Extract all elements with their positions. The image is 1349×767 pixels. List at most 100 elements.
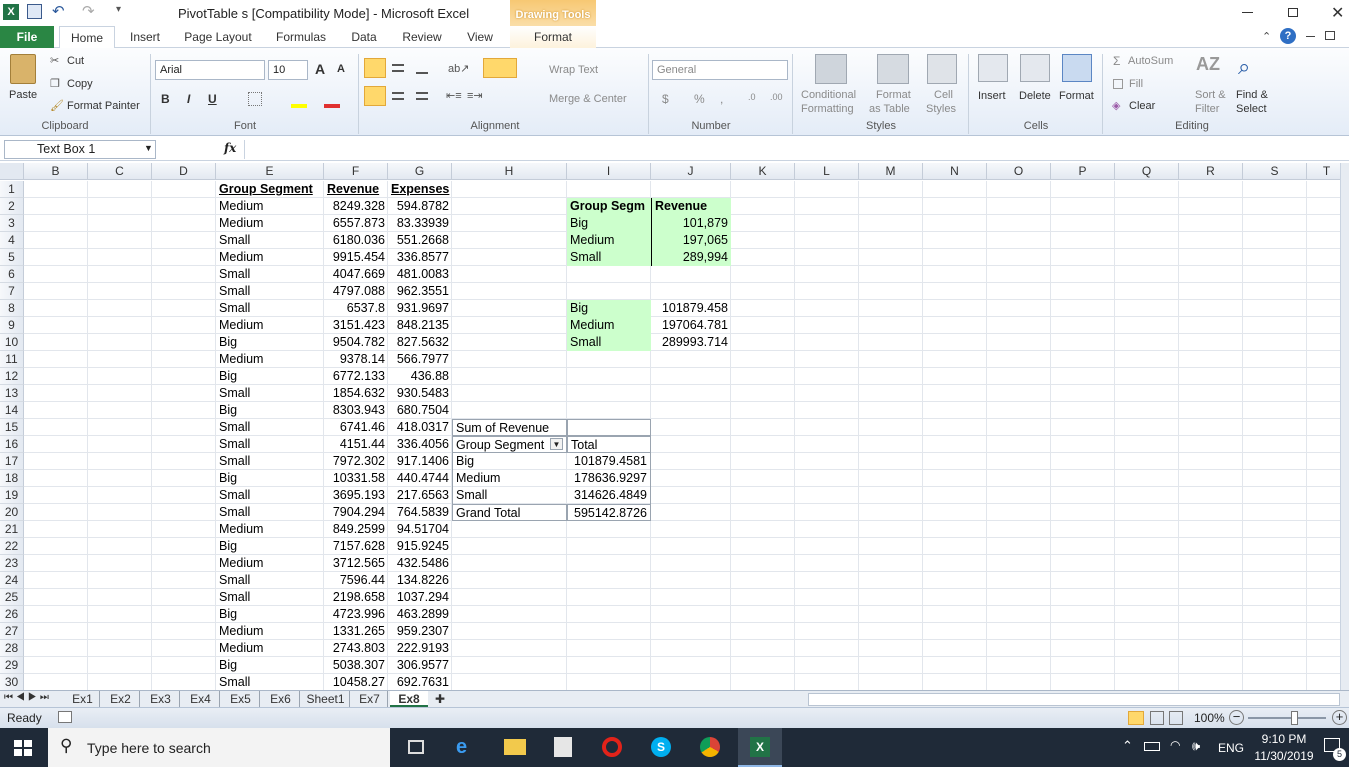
find-select-button[interactable]: Find &: [1236, 89, 1268, 101]
data-cell-revenue[interactable]: 1331.265: [324, 623, 388, 640]
fill-color-icon[interactable]: [291, 104, 307, 108]
conditional-formatting-button-line2[interactable]: Formatting: [801, 103, 854, 115]
data-cell-expenses[interactable]: 432.5486: [388, 555, 452, 572]
data-cell-revenue[interactable]: 4047.669: [324, 266, 388, 283]
wrap-text-button[interactable]: Wrap Text: [549, 64, 598, 76]
data-cell-expenses[interactable]: 306.9577: [388, 657, 452, 674]
align-right-icon[interactable]: [416, 92, 428, 100]
task-view-icon[interactable]: [408, 740, 424, 754]
data-cell-segment[interactable]: Medium: [216, 623, 324, 640]
row-header-13[interactable]: 13: [0, 385, 24, 402]
data-header-expenses[interactable]: Expenses: [388, 181, 452, 198]
data-cell-expenses[interactable]: 336.4056: [388, 436, 452, 453]
delete-cells-button[interactable]: Delete: [1019, 90, 1051, 102]
column-header-o[interactable]: O: [987, 163, 1051, 180]
summary-cell-revenue[interactable]: 197,065: [651, 232, 731, 249]
data-cell-segment[interactable]: Small: [216, 436, 324, 453]
excel-logo-icon[interactable]: X: [3, 4, 19, 20]
row-header-3[interactable]: 3: [0, 215, 24, 232]
data-cell-revenue[interactable]: 7972.302: [324, 453, 388, 470]
format-as-table-icon[interactable]: [877, 54, 909, 84]
doc-restore-icon[interactable]: [1325, 31, 1335, 40]
row-header-14[interactable]: 14: [0, 402, 24, 419]
select-all-corner[interactable]: [0, 163, 24, 180]
tab-home[interactable]: Home: [59, 26, 115, 49]
data-cell-expenses[interactable]: 222.9193: [388, 640, 452, 657]
bold-button[interactable]: B: [161, 92, 170, 106]
pivot-total-label[interactable]: Total: [567, 436, 651, 453]
font-color-icon[interactable]: [324, 104, 340, 108]
data-cell-revenue[interactable]: 2198.658: [324, 589, 388, 606]
macro-record-icon[interactable]: [58, 711, 72, 723]
data-cell-expenses[interactable]: 962.3551: [388, 283, 452, 300]
pivot-grand-total-label[interactable]: Grand Total: [452, 504, 567, 521]
data-cell-revenue[interactable]: 8249.328: [324, 198, 388, 215]
tab-format[interactable]: Format: [510, 26, 596, 48]
find-select-icon[interactable]: ⌕: [1238, 54, 1266, 82]
data-cell-expenses[interactable]: 1037.294: [388, 589, 452, 606]
sort-filter-button[interactable]: Sort &: [1195, 89, 1226, 101]
sheet-tab-ex1[interactable]: Ex1: [66, 691, 100, 707]
merge-center-button[interactable]: Merge & Center: [549, 93, 627, 105]
data-cell-expenses[interactable]: 83.33939: [388, 215, 452, 232]
align-bottom-icon[interactable]: [416, 66, 428, 74]
tray-chevron-icon[interactable]: ⌃: [1122, 738, 1133, 754]
row-header-12[interactable]: 12: [0, 368, 24, 385]
redo-icon[interactable]: ↷: [82, 2, 95, 20]
data-cell-revenue[interactable]: 6741.46: [324, 419, 388, 436]
data-cell-expenses[interactable]: 680.7504: [388, 402, 452, 419]
summary-cell-segment[interactable]: Small: [567, 249, 651, 266]
sheet-tab-ex5[interactable]: Ex5: [222, 691, 260, 707]
copy-icon[interactable]: ❐: [50, 77, 60, 90]
tab-insert[interactable]: Insert: [120, 26, 170, 48]
paste-icon[interactable]: [10, 54, 36, 84]
normal-view-icon[interactable]: [1128, 711, 1144, 725]
data-cell-segment[interactable]: Big: [216, 368, 324, 385]
summary2-cell-revenue[interactable]: 289993.714: [651, 334, 731, 351]
pivot-cell-total[interactable]: 178636.9297: [567, 470, 651, 487]
row-header-19[interactable]: 19: [0, 487, 24, 504]
pivot-cell-segment[interactable]: Small: [452, 487, 567, 504]
shrink-font-button[interactable]: A: [337, 63, 345, 75]
worksheet-grid[interactable]: BCDEFGHIJKLMNOPQRST 1 2 3 4 5 6 7 8 9 10 11 12 13 14 1…: [0, 163, 1349, 690]
row-header-11[interactable]: 11: [0, 351, 24, 368]
sheet-nav-icons[interactable]: ⏮◀▶⏭: [4, 692, 52, 703]
edge-icon[interactable]: e: [456, 736, 467, 759]
column-header-g[interactable]: G: [388, 163, 452, 180]
data-cell-expenses[interactable]: 463.2899: [388, 606, 452, 623]
close-icon[interactable]: ✕: [1331, 3, 1344, 23]
data-cell-expenses[interactable]: 692.7631: [388, 674, 452, 690]
data-cell-revenue[interactable]: 9378.14: [324, 351, 388, 368]
comma-button[interactable]: ,: [720, 92, 723, 106]
help-icon[interactable]: ?: [1280, 28, 1296, 44]
sheet-tab-ex6[interactable]: Ex6: [262, 691, 300, 707]
data-cell-segment[interactable]: Medium: [216, 249, 324, 266]
horizontal-scrollbar[interactable]: [808, 693, 1340, 706]
data-header-segment[interactable]: Group Segment: [216, 181, 324, 198]
data-cell-revenue[interactable]: 7157.628: [324, 538, 388, 555]
data-cell-expenses[interactable]: 440.4744: [388, 470, 452, 487]
minimize-icon[interactable]: [1242, 12, 1253, 13]
column-header-n[interactable]: N: [923, 163, 987, 180]
row-header-16[interactable]: 16: [0, 436, 24, 453]
data-cell-expenses[interactable]: 566.7977: [388, 351, 452, 368]
copy-button[interactable]: Copy: [67, 78, 93, 90]
decrease-indent-icon[interactable]: ⇤≡: [446, 89, 462, 102]
summary-header-segment[interactable]: Group Segm: [567, 198, 651, 215]
pivot-title[interactable]: Sum of Revenue: [452, 419, 567, 436]
doc-minimize-icon[interactable]: [1306, 36, 1315, 37]
data-cell-expenses[interactable]: 931.9697: [388, 300, 452, 317]
summary2-cell-segment[interactable]: Big: [567, 300, 651, 317]
format-as-table-button-line2[interactable]: as Table: [869, 103, 910, 115]
row-header-29[interactable]: 29: [0, 657, 24, 674]
pivot-title-blank[interactable]: [567, 419, 651, 436]
cell-styles-button-line2[interactable]: Styles: [926, 103, 956, 115]
data-cell-expenses[interactable]: 930.5483: [388, 385, 452, 402]
tab-page-layout[interactable]: Page Layout: [178, 26, 258, 48]
data-cell-segment[interactable]: Medium: [216, 555, 324, 572]
data-cell-segment[interactable]: Medium: [216, 317, 324, 334]
data-cell-revenue[interactable]: 1854.632: [324, 385, 388, 402]
insert-cells-button[interactable]: Insert: [978, 90, 1006, 102]
pivot-cell-segment[interactable]: Medium: [452, 470, 567, 487]
format-cells-icon[interactable]: [1062, 54, 1092, 82]
